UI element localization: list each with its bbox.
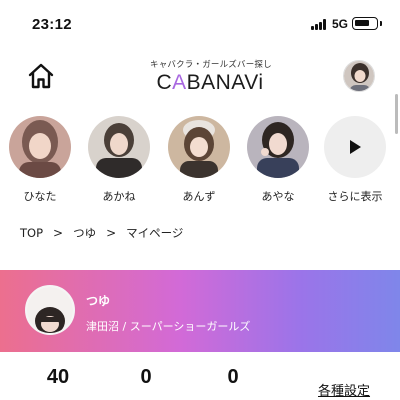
stories-more-label: さらに表示 xyxy=(327,190,383,203)
profile-name: つゆ xyxy=(86,294,111,308)
profile-stats: 40 0 0 各種設定 xyxy=(0,362,400,400)
story-item[interactable]: ひなた xyxy=(7,116,73,204)
status-bar: 23:12 5G xyxy=(0,0,400,50)
more-circle xyxy=(324,116,386,178)
logo-text-accent: A xyxy=(172,71,187,94)
stat-value[interactable]: 40 xyxy=(28,366,88,389)
story-item[interactable]: あんず xyxy=(166,116,232,204)
story-photo xyxy=(9,116,71,178)
logo-tagline: キャバクラ・ガールズバー探し xyxy=(150,60,272,70)
stories-more-button[interactable]: さらに表示 xyxy=(322,116,388,204)
stat-value[interactable]: 0 xyxy=(116,366,176,389)
story-photo xyxy=(247,116,309,178)
settings-link[interactable]: 各種設定 xyxy=(318,380,370,399)
status-time: 23:12 xyxy=(32,16,72,33)
story-name: ひなた xyxy=(23,190,57,203)
profile-avatar[interactable] xyxy=(25,285,75,335)
breadcrumb-cast[interactable]: つゆ xyxy=(73,226,96,240)
breadcrumb-separator: > xyxy=(53,226,64,240)
story-item[interactable]: あかね xyxy=(86,116,152,204)
profile-shop: 津田沼 / スーパーショーガールズ xyxy=(86,320,251,333)
logo-text-post: BANAVi xyxy=(186,71,264,94)
stat-value[interactable]: 0 xyxy=(203,366,263,389)
story-photo xyxy=(168,116,230,178)
home-icon[interactable] xyxy=(26,61,56,91)
story-name: あやな xyxy=(261,190,295,203)
logo-text-pre: C xyxy=(156,71,173,94)
story-item[interactable]: あやな xyxy=(245,116,311,204)
story-name: あんず xyxy=(182,190,216,203)
app-logo[interactable]: CABANAVi xyxy=(150,71,270,95)
profile-banner: つゆ 津田沼 / スーパーショーガールズ xyxy=(0,270,400,352)
app-header: キャバクラ・ガールズバー探し CABANAVi xyxy=(0,50,400,106)
breadcrumb-current: マイページ xyxy=(126,226,184,240)
signal-icon xyxy=(311,19,329,30)
breadcrumb-top[interactable]: TOP xyxy=(20,226,43,240)
battery-icon xyxy=(352,17,382,30)
user-avatar[interactable] xyxy=(343,60,375,92)
story-name: あかね xyxy=(102,190,136,203)
breadcrumb: TOP > つゆ > マイページ xyxy=(20,225,183,241)
network-label: 5G xyxy=(332,17,349,31)
breadcrumb-separator: > xyxy=(106,226,117,240)
story-photo xyxy=(88,116,150,178)
cast-stories: ひなた あかね あんず あやな さらに表示 xyxy=(0,116,400,208)
play-icon xyxy=(350,140,361,154)
